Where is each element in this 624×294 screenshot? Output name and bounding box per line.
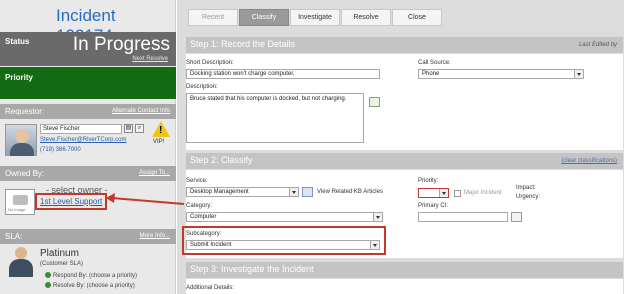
chevron-down-icon bbox=[574, 70, 583, 78]
kb-articles-icon[interactable] bbox=[302, 187, 313, 197]
step3-title: Step 3: Investigate the Incident bbox=[190, 264, 314, 274]
tab-investigate[interactable]: Investigate bbox=[290, 9, 340, 26]
requestor-email-link[interactable]: Steve.Fischer@RiverTCorp.com bbox=[40, 137, 126, 143]
step3-header: Step 3: Investigate the Incident bbox=[186, 262, 623, 278]
subcategory-highlight bbox=[182, 226, 386, 255]
description-textarea[interactable]: Bruce stated that his computer is docked… bbox=[186, 93, 364, 143]
step2-header: Step 2: Classify (clear classifications) bbox=[186, 153, 623, 169]
owned-by-header: Owned By: Assign To... bbox=[0, 166, 176, 181]
category-label: Category: bbox=[186, 203, 213, 209]
requestor-header: Requestor: Alternate Contact Info bbox=[0, 104, 176, 119]
short-description-input[interactable]: Docking station won't charge computer. bbox=[186, 69, 380, 79]
assign-to-link[interactable]: Assign To... bbox=[139, 170, 170, 176]
requestor-name-field[interactable]: Steve Fischer bbox=[40, 124, 122, 134]
last-edited-label: Last Edited by bbox=[578, 42, 617, 48]
urgency-label: Urgency: bbox=[516, 194, 541, 200]
requestor-phone: (719) 386.7000 bbox=[40, 147, 81, 153]
priority-bar: Priority bbox=[0, 67, 176, 99]
requestor-header-label: Requestor: bbox=[5, 107, 45, 116]
sla-header: SLA: More Info... bbox=[0, 229, 176, 244]
owned-by-header-label: Owned By: bbox=[5, 169, 45, 178]
service-label: Service: bbox=[186, 178, 208, 184]
view-kb-articles-link[interactable]: View Related KB Articles bbox=[317, 189, 383, 195]
chevron-down-icon bbox=[289, 188, 298, 196]
tab-classify[interactable]: Classify bbox=[239, 9, 289, 26]
requestor-avatar bbox=[5, 124, 37, 156]
category-select[interactable]: Computer bbox=[186, 212, 383, 222]
status-value: In Progress bbox=[72, 34, 170, 55]
priority-label: Priority bbox=[5, 73, 34, 82]
chevron-down-icon bbox=[439, 189, 448, 197]
status-dot-icon bbox=[45, 272, 51, 278]
step1-title: Step 1: Record the Details bbox=[190, 39, 296, 49]
callout-arrow-icon bbox=[106, 193, 185, 205]
knowledge-search-icon[interactable] bbox=[369, 97, 380, 107]
incident-form: Recent Classify Investigate Resolve Clos… bbox=[177, 0, 624, 294]
service-select[interactable]: Desktop Management bbox=[186, 187, 299, 197]
search-icon[interactable] bbox=[511, 212, 522, 222]
major-incident-checkbox[interactable] bbox=[454, 190, 461, 197]
chevron-down-icon bbox=[373, 213, 382, 221]
step2-title: Step 2: Classify bbox=[190, 155, 253, 165]
major-incident-label: Major Incident bbox=[464, 190, 502, 196]
sla-header-label: SLA: bbox=[5, 232, 23, 241]
sla-subtitle: (Customer SLA) bbox=[40, 261, 84, 267]
address-card-icon[interactable]: ▤ bbox=[124, 124, 133, 133]
primary-ci-input[interactable] bbox=[418, 212, 508, 222]
step3-panel: Additional Details: bbox=[186, 279, 623, 294]
workflow-tabs: Recent Classify Investigate Resolve Clos… bbox=[188, 9, 443, 26]
step1-header: Step 1: Record the Details Last Edited b… bbox=[186, 37, 623, 53]
priority-select[interactable] bbox=[418, 188, 449, 198]
status-label: Status bbox=[5, 37, 30, 46]
priority-field-label: Priority: bbox=[418, 178, 439, 184]
incident-sidebar: Incident 102174 Status In Progress Next … bbox=[0, 0, 176, 294]
next-resolve-link[interactable]: Next Resolve bbox=[132, 56, 168, 62]
clear-classifications-link[interactable]: (clear classifications) bbox=[561, 158, 617, 164]
sla-user-icon bbox=[8, 247, 34, 277]
step1-panel: Short Description: Docking station won't… bbox=[186, 54, 623, 150]
no-image-label: No Image bbox=[8, 207, 26, 212]
call-source-label: Call Source: bbox=[418, 60, 451, 66]
tab-close[interactable]: Close bbox=[392, 9, 442, 26]
camera-icon: No Image bbox=[5, 189, 35, 215]
tab-resolve[interactable]: Resolve bbox=[341, 9, 391, 26]
owner-group-link[interactable]: 1st Level Support bbox=[35, 193, 108, 210]
call-source-select[interactable]: Phone bbox=[418, 69, 584, 79]
primary-ci-label: Primary CI: bbox=[418, 203, 448, 209]
description-label: Description: bbox=[186, 84, 218, 90]
impact-label: Impact: bbox=[516, 185, 536, 191]
additional-details-label: Additional Details: bbox=[186, 285, 235, 291]
tab-recent[interactable]: Recent bbox=[188, 9, 238, 26]
search-icon[interactable]: ⌕ bbox=[135, 124, 144, 133]
short-description-label: Short Description: bbox=[186, 60, 234, 66]
sla-respond-by: Respond By: (choose a priority) bbox=[45, 272, 137, 279]
sla-resolve-by: Resolve By: (choose a priority) bbox=[45, 282, 135, 289]
alternate-contact-link[interactable]: Alternate Contact Info bbox=[112, 108, 170, 114]
sla-more-info-link[interactable]: More Info... bbox=[140, 233, 170, 239]
vip-label: VIP! bbox=[153, 139, 165, 145]
status-bar: Status In Progress Next Resolve bbox=[0, 32, 176, 66]
sla-name: Platinum bbox=[40, 248, 79, 259]
status-dot-icon bbox=[45, 282, 51, 288]
